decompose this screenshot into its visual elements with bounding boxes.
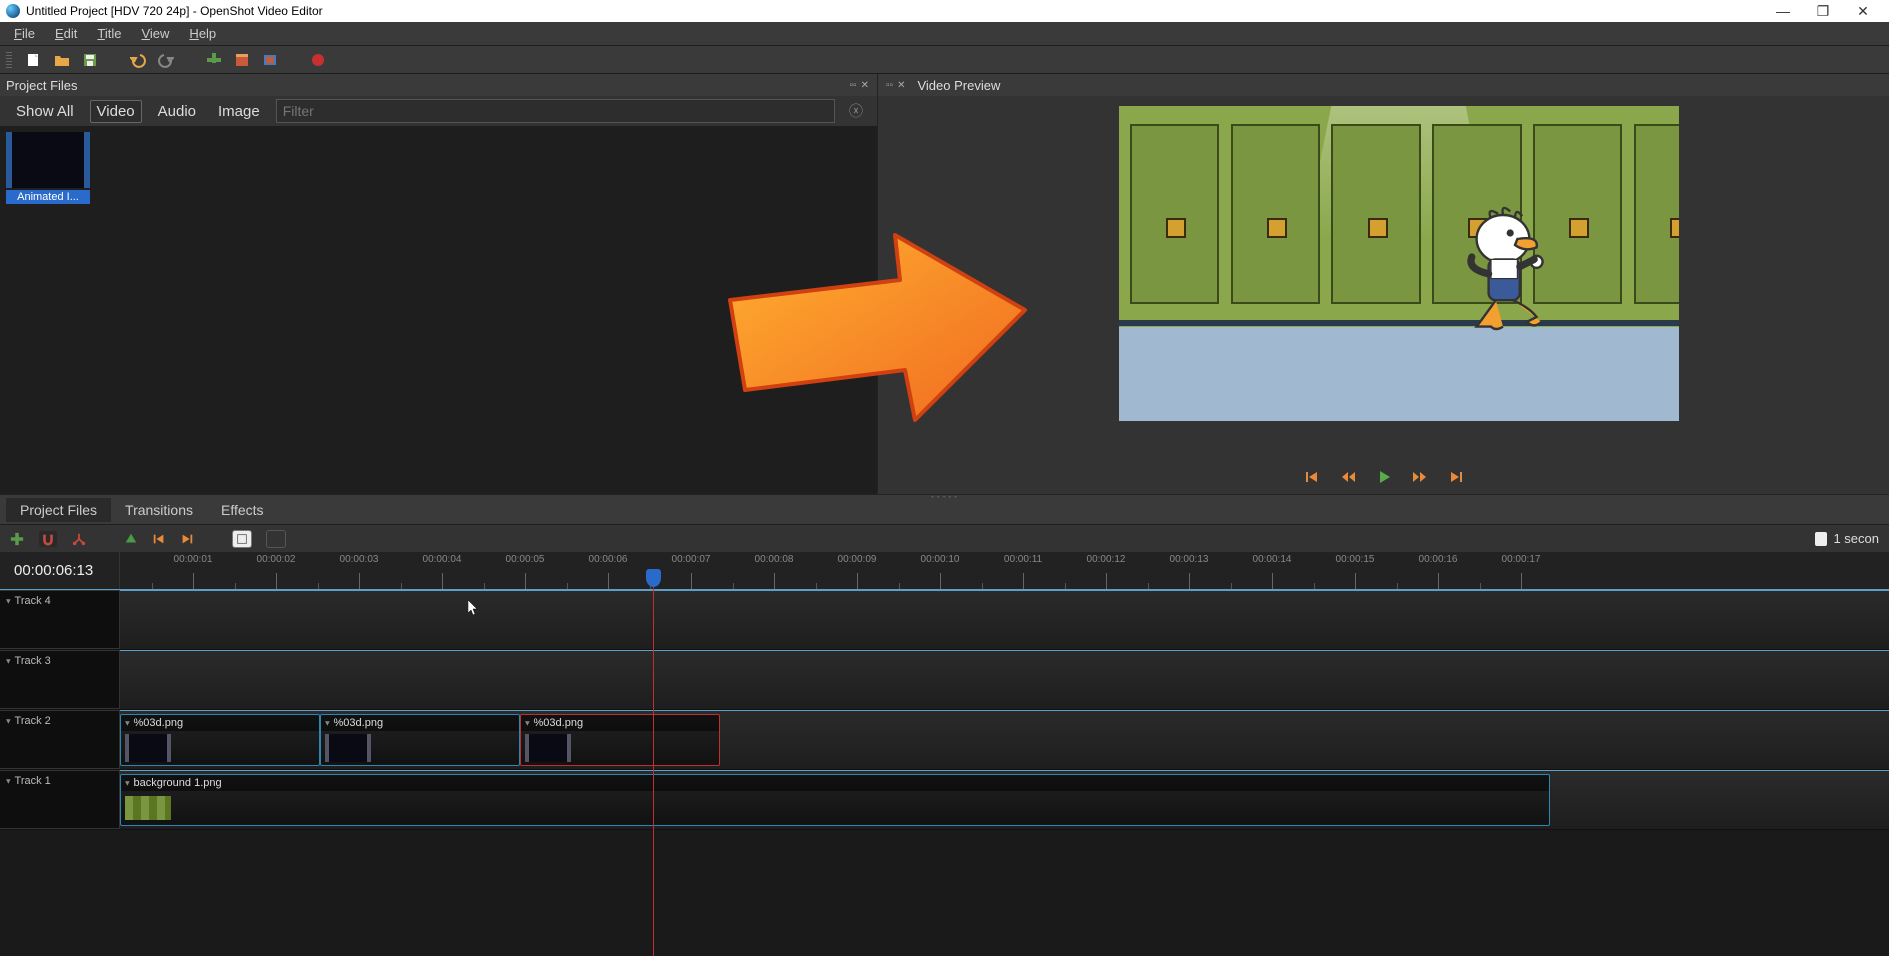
timeline: 00:00:06:13 00:00:0100:00:0200:00:0300:0… xyxy=(0,552,1889,956)
project-files-panel: Project Files ▫▫ ✕ Show All Video Audio … xyxy=(0,74,878,494)
filter-audio[interactable]: Audio xyxy=(152,101,202,122)
app-icon xyxy=(6,4,20,18)
filter-show-all[interactable]: Show All xyxy=(10,101,80,122)
filter-video[interactable]: Video xyxy=(90,100,142,123)
file-label: Animated I... xyxy=(6,190,90,204)
next-marker-icon[interactable] xyxy=(180,532,194,546)
clip-label: %03d.png xyxy=(134,717,184,729)
toolbar-grip xyxy=(6,52,12,68)
panel-title-project-files: Project Files xyxy=(6,78,848,93)
track-row: ▸Track 2▸%03d.png▸%03d.png▸%03d.png xyxy=(0,710,1889,770)
add-track-icon[interactable] xyxy=(10,532,24,546)
prev-marker-icon[interactable] xyxy=(152,532,166,546)
project-file-item[interactable]: Animated I... xyxy=(6,132,90,204)
preview-character xyxy=(1443,194,1563,344)
maximize-button[interactable]: ❐ xyxy=(1803,3,1843,20)
window-titlebar: Untitled Project [HDV 720 24p] - OpenSho… xyxy=(0,0,1889,22)
panel-close-icon[interactable]: ✕ xyxy=(859,80,871,91)
profile-icon[interactable] xyxy=(234,52,250,68)
export-icon[interactable] xyxy=(310,52,326,68)
fast-forward-icon[interactable] xyxy=(1412,469,1428,485)
track-lane[interactable] xyxy=(120,590,1889,649)
playhead[interactable] xyxy=(653,572,654,956)
current-time: 00:00:06:13 xyxy=(0,552,120,589)
timeline-toolbar: 1 secon xyxy=(0,524,1889,552)
center-playhead-icon[interactable] xyxy=(232,530,252,548)
tab-project-files[interactable]: Project Files xyxy=(6,498,111,522)
filter-clear-icon[interactable]: ⓧ xyxy=(845,101,867,121)
video-preview-panel: ▫▫ ✕ Video Preview xyxy=(878,74,1889,494)
tab-effects[interactable]: Effects xyxy=(207,498,278,522)
filter-input[interactable] xyxy=(276,99,835,123)
timeline-clip[interactable]: ▸%03d.png xyxy=(520,714,720,766)
jump-end-icon[interactable] xyxy=(1448,469,1464,485)
file-thumbnail xyxy=(6,132,90,188)
project-files-area[interactable]: Animated I... xyxy=(0,126,877,494)
minimize-button[interactable]: — xyxy=(1763,3,1803,19)
main-toolbar xyxy=(0,46,1889,74)
panel-title-video-preview: Video Preview xyxy=(917,78,1883,93)
track-row: ▸Track 3 xyxy=(0,650,1889,710)
lower-tabs: Project Files Transitions Effects • • • … xyxy=(0,494,1889,524)
timeline-clip[interactable]: ▸%03d.png xyxy=(120,714,320,766)
zoom-slider-thumb[interactable] xyxy=(1815,532,1827,546)
timeline-clip[interactable]: ▸background 1.png xyxy=(120,774,1550,826)
filter-image[interactable]: Image xyxy=(212,101,266,122)
clip-label: %03d.png xyxy=(534,717,584,729)
menu-title[interactable]: Title xyxy=(87,24,131,43)
timeline-clip[interactable]: ▸%03d.png xyxy=(320,714,520,766)
panel-detach-icon[interactable]: ▫▫ xyxy=(884,80,895,91)
video-preview-canvas[interactable] xyxy=(1119,106,1679,421)
track-header[interactable]: ▸Track 3 xyxy=(0,650,120,709)
window-title: Untitled Project [HDV 720 24p] - OpenSho… xyxy=(26,4,323,18)
import-files-icon[interactable] xyxy=(206,52,222,68)
play-icon[interactable] xyxy=(1376,469,1392,485)
track-header[interactable]: ▸Track 2 xyxy=(0,710,120,769)
new-project-icon[interactable] xyxy=(26,52,42,68)
tab-transitions[interactable]: Transitions xyxy=(111,498,207,522)
track-row: ▸Track 1▸background 1.png xyxy=(0,770,1889,830)
menu-help[interactable]: Help xyxy=(179,24,226,43)
misc-toggle-icon[interactable] xyxy=(266,530,286,548)
track-row: ▸Track 4 xyxy=(0,590,1889,650)
menu-file[interactable]: File xyxy=(4,24,45,43)
track-header[interactable]: ▸Track 4 xyxy=(0,590,120,649)
timeline-ruler[interactable]: 00:00:06:13 00:00:0100:00:0200:00:0300:0… xyxy=(0,552,1889,590)
close-button[interactable]: ✕ xyxy=(1843,3,1883,20)
menu-edit[interactable]: Edit xyxy=(45,24,87,43)
fullscreen-icon[interactable] xyxy=(262,52,278,68)
track-header[interactable]: ▸Track 1 xyxy=(0,770,120,829)
undo-icon[interactable] xyxy=(130,52,146,68)
open-project-icon[interactable] xyxy=(54,52,70,68)
track-lane[interactable] xyxy=(120,650,1889,709)
clip-label: %03d.png xyxy=(334,717,384,729)
snap-icon[interactable] xyxy=(38,530,58,548)
panel-detach-icon[interactable]: ▫▫ xyxy=(848,80,859,91)
preview-controls xyxy=(878,460,1889,494)
menu-view[interactable]: View xyxy=(131,24,179,43)
zoom-label: 1 secon xyxy=(1815,531,1879,546)
track-lane[interactable]: ▸%03d.png▸%03d.png▸%03d.png xyxy=(120,710,1889,769)
rewind-icon[interactable] xyxy=(1340,469,1356,485)
splitter-handle[interactable]: • • • • • xyxy=(925,495,965,499)
save-project-icon[interactable] xyxy=(82,52,98,68)
panel-close-icon[interactable]: ✕ xyxy=(895,80,907,91)
menu-bar: File Edit Title View Help xyxy=(0,22,1889,46)
track-lane[interactable]: ▸background 1.png xyxy=(120,770,1889,829)
clip-label: background 1.png xyxy=(134,777,222,789)
jump-start-icon[interactable] xyxy=(1304,469,1320,485)
redo-icon[interactable] xyxy=(158,52,174,68)
razor-icon[interactable] xyxy=(72,532,86,546)
marker-icon[interactable] xyxy=(124,532,138,546)
